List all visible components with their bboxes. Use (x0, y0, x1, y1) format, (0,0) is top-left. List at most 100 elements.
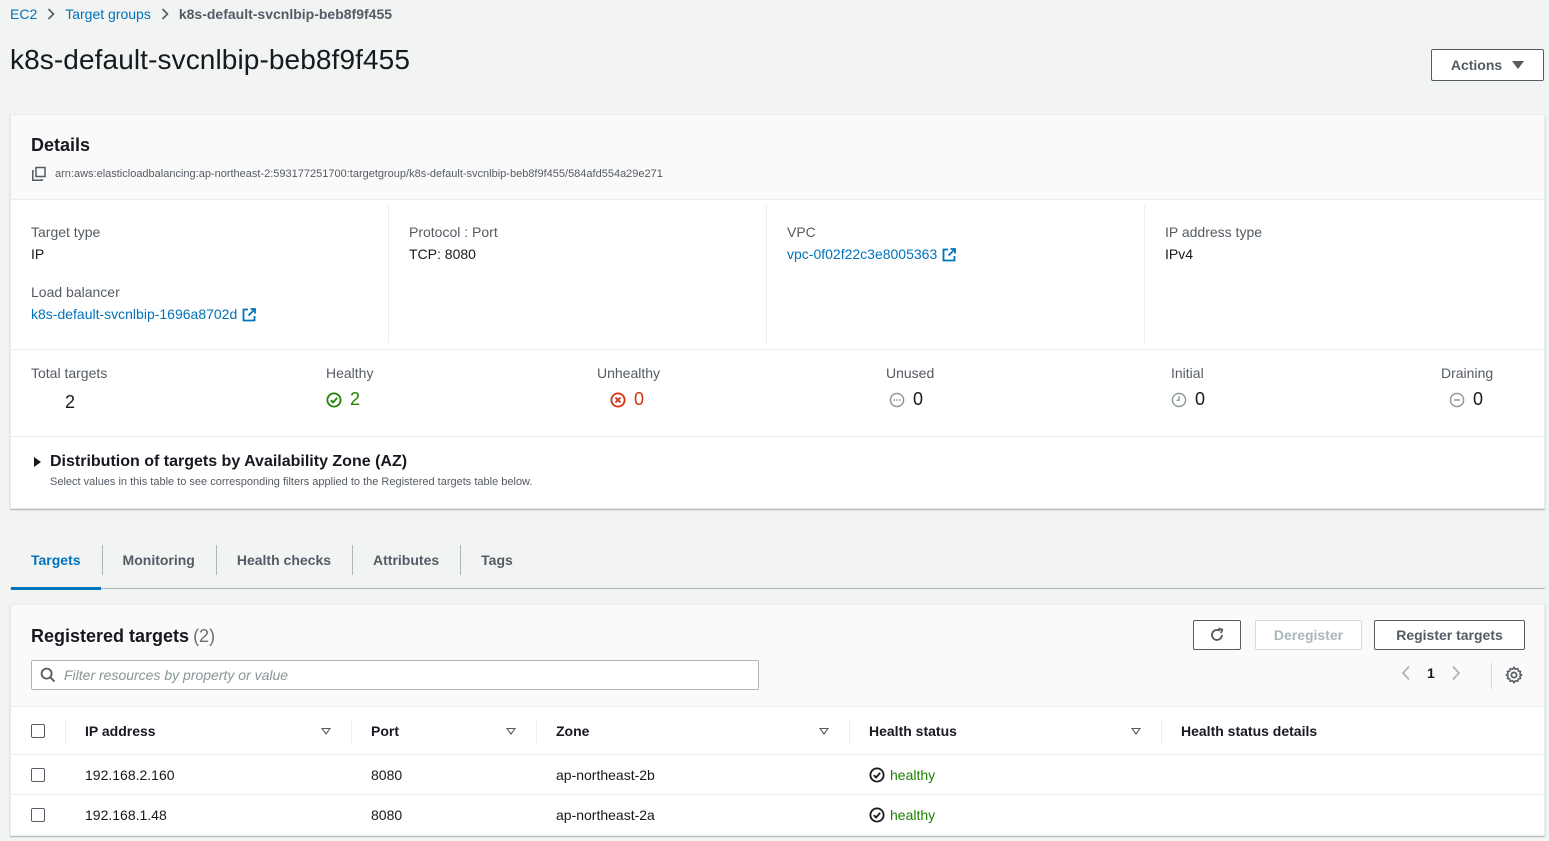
count-unused-value: 0 (913, 389, 924, 409)
filter-search (31, 660, 759, 690)
column-ip-address[interactable]: IP address (85, 707, 156, 754)
distribution-toggle[interactable]: Distribution of targets by Availability … (31, 453, 1524, 471)
protocol-port-label: Protocol : Port (409, 224, 498, 240)
minus-dots-circle-icon (889, 392, 905, 408)
tab-monitoring[interactable]: Monitoring (101, 531, 216, 588)
count-unhealthy-value: 0 (634, 389, 645, 409)
count-total: Total targets 2 (31, 365, 107, 413)
breadcrumb-current: k8s-default-svcnlbip-beb8f9f455 (178, 6, 393, 22)
actions-button[interactable]: Actions (1431, 49, 1544, 81)
sort-icon[interactable] (1131, 728, 1141, 735)
count-draining: Draining 0 (1441, 365, 1493, 410)
health-status-text: healthy (890, 766, 936, 783)
table-row[interactable]: 192.168.2.160 8080 ap-northeast-2b healt… (11, 755, 1544, 795)
cell-port: 8080 (371, 766, 403, 783)
table-header: IP address Port Zone Health status Healt… (11, 707, 1544, 755)
divider (1491, 663, 1492, 689)
cell-ip-address: 192.168.1.48 (85, 807, 167, 823)
refresh-icon (1209, 627, 1225, 643)
breadcrumb-ec2[interactable]: EC2 (10, 6, 37, 22)
prop-column-4: IP address type IPv4 (1145, 206, 1523, 343)
count-healthy-label: Healthy (326, 365, 374, 381)
column-health-status-details: Health status details (1181, 722, 1318, 739)
vpc-link[interactable]: vpc-0f02f22c3e8005363 (787, 246, 957, 262)
registered-targets-count: (2) (193, 626, 216, 646)
copy-icon[interactable] (31, 166, 47, 182)
count-healthy-value: 2 (350, 389, 361, 409)
cell-ip-address: 192.168.2.160 (85, 766, 175, 783)
target-type-label: Target type (31, 224, 101, 240)
column-zone[interactable]: Zone (556, 707, 589, 754)
select-all-checkbox[interactable] (31, 723, 45, 738)
count-healthy: Healthy 2 (326, 365, 373, 410)
minus-circle-icon (1449, 392, 1465, 408)
cell-health-status: healthy (869, 755, 935, 794)
register-targets-button[interactable]: Register targets (1374, 620, 1525, 650)
cell-port: 8080 (371, 807, 403, 823)
column-divider (351, 719, 352, 745)
tab-tags[interactable]: Tags (460, 531, 534, 588)
details-properties: Target type IP Load balancer k8s-default… (11, 200, 1544, 350)
load-balancer-value: k8s-default-svcnlbip-1696a8702d (31, 306, 238, 322)
tab-health-checks[interactable]: Health checks (215, 531, 352, 588)
sort-icon[interactable] (321, 728, 331, 735)
table-row[interactable]: 192.168.1.48 8080 ap-northeast-2a health… (11, 795, 1544, 835)
target-counts: Total targets 2 Healthy 2 Unhealthy 0 Un… (11, 350, 1544, 437)
count-initial-label: Initial (1171, 365, 1204, 381)
vpc-value: vpc-0f02f22c3e8005363 (787, 246, 938, 262)
clock-icon (1171, 392, 1187, 408)
breadcrumb-target-groups[interactable]: Target groups (65, 6, 151, 22)
count-initial-value: 0 (1195, 389, 1206, 409)
count-unused: Unused 0 (886, 365, 934, 410)
prop-column-3: VPC vpc-0f02f22c3e8005363 (767, 206, 1145, 343)
refresh-button[interactable] (1193, 620, 1241, 650)
count-total-label: Total targets (31, 365, 108, 381)
count-draining-value: 0 (1473, 389, 1484, 409)
gear-icon[interactable] (1505, 666, 1523, 684)
sort-icon[interactable] (819, 728, 829, 735)
count-unhealthy: Unhealthy 0 (597, 365, 660, 410)
count-unused-label: Unused (886, 365, 935, 381)
breadcrumb: EC2 Target groups k8s-default-svcnlbip-b… (10, 6, 392, 22)
caret-down-icon (1512, 61, 1525, 69)
registered-targets-title-text: Registered targets (31, 626, 190, 646)
chevron-left-icon[interactable] (1401, 665, 1411, 681)
tab-bar: Targets Monitoring Health checks Attribu… (10, 531, 1545, 590)
column-divider (849, 719, 850, 745)
column-port[interactable]: Port (371, 707, 399, 754)
filter-input[interactable] (64, 667, 744, 683)
distribution-section: Distribution of targets by Availability … (11, 437, 1544, 488)
registered-targets-header: Registered targets (2) Deregister Registe… (11, 605, 1544, 707)
external-link-icon (941, 247, 957, 263)
details-panel: Details arn:aws:elasticloadbalancing:ap-… (10, 114, 1545, 509)
count-initial: Initial 0 (1171, 365, 1205, 410)
column-divider (536, 719, 537, 745)
chevron-right-icon (47, 8, 55, 20)
protocol-port-value: TCP: 8080 (409, 246, 476, 262)
distribution-title: Distribution of targets by Availability … (50, 453, 408, 470)
load-balancer-link[interactable]: k8s-default-svcnlbip-1696a8702d (31, 306, 257, 322)
external-link-icon (241, 307, 257, 323)
details-header: Details arn:aws:elasticloadbalancing:ap-… (11, 115, 1544, 200)
distribution-description: Select values in this table to see corre… (50, 476, 533, 488)
registered-targets-title: Registered targets (2) (31, 626, 215, 647)
chevron-right-icon[interactable] (1451, 665, 1461, 681)
row-checkbox[interactable] (31, 767, 45, 782)
chevron-right-icon (161, 8, 169, 20)
cell-health-status: healthy (869, 795, 935, 835)
prop-column-2: Protocol : Port TCP: 8080 (389, 206, 767, 343)
check-circle-icon (869, 767, 885, 783)
deregister-button[interactable]: Deregister (1255, 620, 1362, 650)
caret-right-icon (34, 457, 41, 467)
tab-attributes[interactable]: Attributes (352, 531, 460, 588)
page-number[interactable]: 1 (1427, 665, 1435, 681)
column-divider (65, 719, 66, 745)
check-circle-icon (869, 807, 885, 823)
count-unhealthy-label: Unhealthy (597, 365, 661, 381)
column-health-status[interactable]: Health status (869, 707, 957, 754)
search-icon (40, 667, 56, 683)
sort-icon[interactable] (506, 728, 516, 735)
row-checkbox[interactable] (31, 808, 45, 822)
registered-targets-panel: Registered targets (2) Deregister Registe… (10, 604, 1545, 836)
tab-targets[interactable]: Targets (10, 531, 102, 590)
